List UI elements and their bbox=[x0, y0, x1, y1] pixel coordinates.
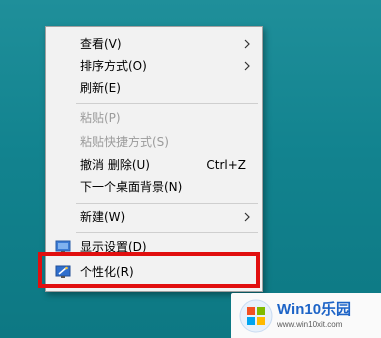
menu-item-paste-label: 粘贴(P) bbox=[80, 111, 121, 125]
menu-separator bbox=[76, 203, 258, 204]
menu-item-next-background[interactable]: 下一个桌面背景(N) bbox=[46, 176, 262, 198]
menu-item-undo-delete-label: 撤消 删除(U) bbox=[80, 158, 150, 172]
chevron-right-icon bbox=[244, 39, 250, 49]
menu-separator bbox=[76, 103, 258, 104]
menu-item-paste-shortcut-label: 粘贴快捷方式(S) bbox=[80, 135, 169, 149]
menu-item-undo-delete[interactable]: 撤消 删除(U) Ctrl+Z bbox=[46, 154, 262, 176]
menu-item-undo-shortcut: Ctrl+Z bbox=[206, 158, 246, 172]
watermark-logo: Win10乐园 www.win10xit.com bbox=[231, 293, 381, 338]
watermark-url: www.win10xit.com bbox=[277, 320, 343, 329]
windows-logo-icon bbox=[239, 299, 273, 333]
menu-item-paste-shortcut[interactable]: 粘贴快捷方式(S) bbox=[46, 131, 262, 153]
menu-item-sort-by-label: 排序方式(O) bbox=[80, 59, 147, 73]
menu-item-view-label: 查看(V) bbox=[80, 37, 122, 51]
menu-item-paste[interactable]: 粘贴(P) bbox=[46, 107, 262, 129]
watermark-brand: Win10乐园 bbox=[277, 301, 352, 318]
menu-separator bbox=[76, 232, 258, 233]
menu-item-sort-by[interactable]: 排序方式(O) bbox=[46, 55, 262, 77]
chevron-right-icon bbox=[244, 212, 250, 222]
chevron-right-icon bbox=[244, 61, 250, 71]
menu-item-new-label: 新建(W) bbox=[80, 210, 126, 224]
menu-item-next-background-label: 下一个桌面背景(N) bbox=[80, 180, 183, 194]
highlight-box bbox=[38, 252, 260, 288]
menu-item-new[interactable]: 新建(W) bbox=[46, 206, 262, 228]
menu-item-refresh-label: 刷新(E) bbox=[80, 81, 121, 95]
menu-item-refresh[interactable]: 刷新(E) bbox=[46, 77, 262, 99]
menu-item-view[interactable]: 查看(V) bbox=[46, 33, 262, 55]
